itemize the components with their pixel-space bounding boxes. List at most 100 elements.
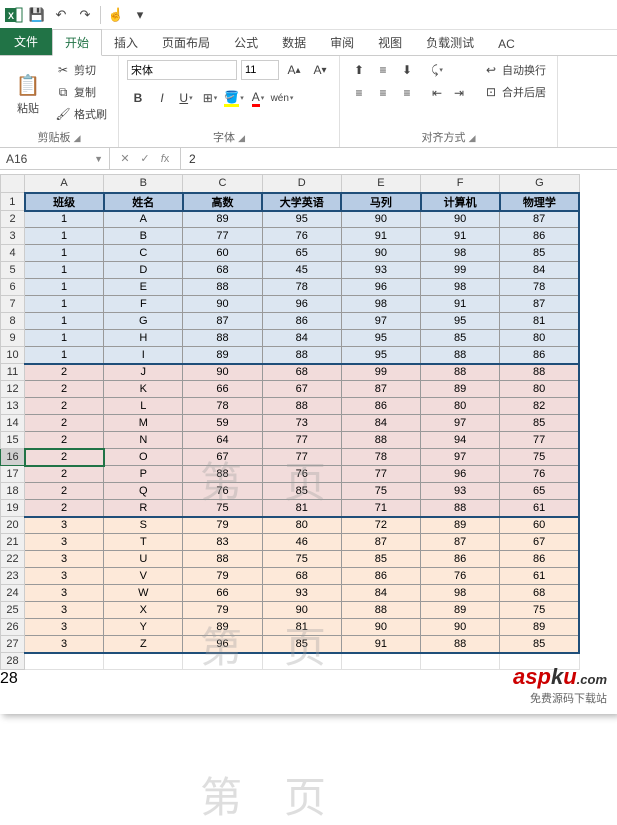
cell[interactable]: 93	[341, 262, 420, 279]
border-button[interactable]: ⊞	[199, 88, 221, 108]
redo-button[interactable]: ↷	[74, 4, 96, 26]
cell[interactable]	[262, 653, 341, 670]
cell[interactable]: 91	[421, 228, 500, 245]
row-header[interactable]: 17	[1, 466, 25, 483]
cell[interactable]: 90	[183, 296, 262, 313]
align-center-button[interactable]: ≡	[372, 83, 394, 103]
cell[interactable]: 82	[500, 398, 579, 415]
column-header[interactable]: B	[104, 175, 183, 193]
cell[interactable]: 大学英语	[262, 193, 341, 211]
cell[interactable]: 81	[500, 313, 579, 330]
cell[interactable]: 66	[183, 381, 262, 398]
cell[interactable]: 88	[341, 432, 420, 449]
cell[interactable]: 2	[25, 415, 104, 432]
increase-font-button[interactable]: A▴	[283, 60, 305, 80]
cell[interactable]: 3	[25, 551, 104, 568]
cell[interactable]: 88	[341, 602, 420, 619]
cell[interactable]: 75	[183, 500, 262, 517]
column-header[interactable]: C	[183, 175, 262, 193]
cell[interactable]: 77	[341, 466, 420, 483]
cell[interactable]: 95	[341, 347, 420, 364]
cell[interactable]: 86	[500, 347, 579, 364]
tab-formula[interactable]: 公式	[222, 30, 270, 55]
cell[interactable]: 93	[262, 585, 341, 602]
row-header[interactable]: 24	[1, 585, 25, 602]
cell[interactable]: 79	[183, 568, 262, 585]
align-bottom-button[interactable]: ⬇	[396, 60, 418, 80]
bold-button[interactable]: B	[127, 88, 149, 108]
tab-ac[interactable]: AC	[486, 33, 527, 55]
cell[interactable]: 1	[25, 245, 104, 262]
paste-button[interactable]: 📋 粘贴	[8, 60, 48, 127]
cell[interactable]: 76	[262, 228, 341, 245]
row-header[interactable]: 14	[1, 415, 25, 432]
cell[interactable]: 77	[500, 432, 579, 449]
cell[interactable]: 71	[341, 500, 420, 517]
column-header[interactable]: A	[25, 175, 104, 193]
cell[interactable]: 96	[341, 279, 420, 296]
cell[interactable]: 88	[421, 500, 500, 517]
cell[interactable]: 3	[25, 568, 104, 585]
cell[interactable]: 96	[421, 466, 500, 483]
cell[interactable]: 93	[421, 483, 500, 500]
cell[interactable]: 2	[25, 432, 104, 449]
orientation-button[interactable]: ⤹	[426, 60, 448, 80]
cell[interactable]: 89	[183, 211, 262, 228]
cell[interactable]: 79	[183, 602, 262, 619]
cell[interactable]: 2	[25, 449, 104, 466]
cell[interactable]: 76	[183, 483, 262, 500]
cell[interactable]: 91	[341, 636, 420, 653]
cell[interactable]: 97	[421, 415, 500, 432]
tab-insert[interactable]: 插入	[102, 30, 150, 55]
cell[interactable]: 1	[25, 262, 104, 279]
cell[interactable]: B	[104, 228, 183, 245]
column-header[interactable]: D	[262, 175, 341, 193]
cell[interactable]: 78	[341, 449, 420, 466]
cell[interactable]: 90	[341, 619, 420, 636]
cell[interactable]: 81	[262, 619, 341, 636]
font-name-select[interactable]	[127, 60, 237, 80]
row-header[interactable]: 19	[1, 500, 25, 517]
cell[interactable]: 96	[183, 636, 262, 653]
touch-mode-button[interactable]: ☝	[105, 4, 127, 26]
cell[interactable]: X	[104, 602, 183, 619]
cell[interactable]: 65	[500, 483, 579, 500]
cell[interactable]: 1	[25, 211, 104, 228]
align-dialog-launcher[interactable]: ◢	[469, 133, 476, 143]
cell[interactable]: 80	[262, 517, 341, 534]
cell[interactable]: 98	[421, 279, 500, 296]
cell[interactable]: 2	[25, 483, 104, 500]
tab-layout[interactable]: 页面布局	[150, 30, 222, 55]
cell[interactable]: 计算机	[421, 193, 500, 211]
cell[interactable]: 76	[262, 466, 341, 483]
cell[interactable]: Z	[104, 636, 183, 653]
cell[interactable]: D	[104, 262, 183, 279]
cell[interactable]: S	[104, 517, 183, 534]
cell[interactable]: 89	[500, 619, 579, 636]
cell[interactable]: 89	[421, 381, 500, 398]
cell[interactable]: 89	[183, 619, 262, 636]
cell[interactable]: Q	[104, 483, 183, 500]
cell[interactable]: 3	[25, 636, 104, 653]
cell[interactable]: 95	[341, 330, 420, 347]
cell[interactable]: 95	[421, 313, 500, 330]
cell[interactable]: 90	[183, 364, 262, 381]
cell[interactable]: 61	[500, 568, 579, 585]
cell[interactable]: 88	[262, 398, 341, 415]
align-left-button[interactable]: ≡	[348, 83, 370, 103]
cell[interactable]: 3	[25, 517, 104, 534]
cell[interactable]: 77	[183, 228, 262, 245]
cell[interactable]: 85	[500, 636, 579, 653]
row-header[interactable]: 11	[1, 364, 25, 381]
row-header[interactable]: 21	[1, 534, 25, 551]
cell[interactable]: 1	[25, 347, 104, 364]
enter-formula-button[interactable]: ✓	[136, 152, 154, 165]
cell[interactable]: 86	[262, 313, 341, 330]
cell[interactable]: 81	[262, 500, 341, 517]
row-header[interactable]: 10	[1, 347, 25, 364]
cell[interactable]: 60	[500, 517, 579, 534]
cell[interactable]: 78	[183, 398, 262, 415]
formula-input[interactable]: 2	[181, 148, 617, 169]
cell[interactable]: 46	[262, 534, 341, 551]
cell[interactable]	[104, 653, 183, 670]
